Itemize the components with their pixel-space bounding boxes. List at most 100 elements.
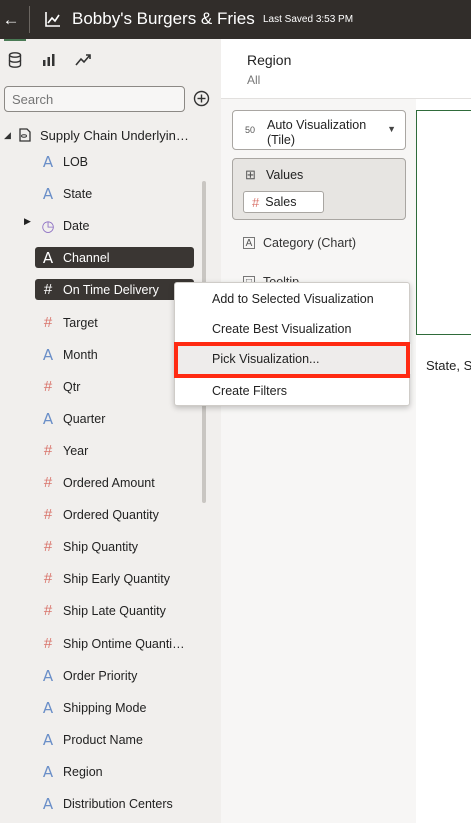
column-target[interactable]: # Target (35, 312, 194, 333)
tile-viz-icon: 50 (245, 125, 256, 135)
attribute-icon: A (42, 184, 54, 203)
column-label: Channel (63, 250, 110, 265)
dataset-icon (19, 128, 31, 142)
attribute-icon: A (243, 237, 255, 249)
attribute-icon: A (42, 248, 54, 267)
arrow-left-icon[interactable]: ← (0, 0, 22, 39)
active-tab-indicator (4, 39, 26, 41)
column-label: Ordered Quantity (63, 507, 159, 522)
measure-icon: # (43, 570, 53, 587)
visualization-label: State, S (426, 358, 471, 373)
viz-type-label: Auto Visualization (Tile) (267, 118, 366, 148)
column-quarter[interactable]: A Quarter (35, 408, 194, 429)
attribute-icon: A (42, 762, 54, 781)
attribute-icon: A (42, 409, 54, 428)
column-label: Ordered Amount (63, 475, 155, 490)
values-header: ⊞ Values (245, 167, 303, 183)
canvas-area: Region All 50 Auto Visualization (Tile) … (221, 39, 471, 823)
menu-item-add-to-selected[interactable]: Add to Selected Visualization (175, 284, 411, 314)
column-on-time-delivery[interactable]: # On Time Delivery (35, 279, 194, 300)
attribute-icon: A (42, 666, 54, 685)
category-label: Category (Chart) (263, 236, 357, 250)
visualization-icon[interactable] (36, 47, 62, 73)
column-ship-late-quantity[interactable]: # Ship Late Quantity (35, 600, 194, 621)
column-label: Quarter (63, 411, 106, 426)
column-label: Date (63, 218, 90, 233)
measure-icon: # (43, 378, 53, 395)
annotation-highlight (174, 342, 410, 378)
column-ordered-amount[interactable]: # Ordered Amount (35, 472, 194, 493)
sales-pill[interactable]: # Sales (243, 191, 324, 213)
category-dropzone[interactable]: A Category (Chart) (243, 236, 356, 250)
attribute-icon: A (42, 345, 54, 364)
column-label: Qtr (63, 379, 81, 394)
column-label: Distribution Centers (63, 796, 173, 811)
add-circle-icon[interactable] (193, 90, 210, 107)
column-label: LOB (63, 154, 89, 169)
column-region[interactable]: A Region (35, 761, 194, 782)
column-label: Ship Early Quantity (63, 571, 170, 586)
column-ship-early-quantity[interactable]: # Ship Early Quantity (35, 568, 194, 589)
column-label: Target (63, 315, 98, 330)
measure-icon: # (43, 635, 53, 652)
filter-region[interactable]: Region All (247, 52, 291, 87)
filter-name: Region (247, 52, 292, 68)
last-saved-status: Last Saved 3:53 PM (263, 14, 354, 25)
column-qtr[interactable]: # Qtr (35, 376, 194, 397)
attribute-icon: A (42, 730, 54, 749)
measure-icon: # (252, 194, 260, 210)
column-ship-quantity[interactable]: # Ship Quantity (35, 536, 194, 557)
visualization-type-picker[interactable]: 50 Auto Visualization (Tile) ▼ (232, 110, 406, 150)
column-month[interactable]: A Month (35, 344, 194, 365)
analytics-icon[interactable] (70, 47, 96, 73)
header-divider (29, 6, 30, 33)
column-channel[interactable]: A Channel (35, 247, 194, 268)
measure-icon: # (43, 538, 53, 555)
column-label: Region (63, 764, 103, 779)
dataset-label: Supply Chain Underlyin… (40, 127, 189, 143)
measure-icon: # (43, 506, 53, 523)
column-ordered-quantity[interactable]: # Ordered Quantity (35, 504, 194, 525)
column-state[interactable]: A State (35, 183, 194, 204)
column-product-name[interactable]: A Product Name (35, 729, 194, 750)
measure-icon: # (43, 314, 53, 331)
column-lob[interactable]: A LOB (35, 151, 194, 172)
column-label: Year (63, 443, 89, 458)
column-order-priority[interactable]: A Order Priority (35, 665, 194, 686)
column-date[interactable]: ◷ Date (35, 215, 194, 236)
attribute-icon: A (42, 152, 54, 171)
measure-icon: # (43, 442, 53, 459)
column-label: Ship Ontime Quanti… (63, 636, 185, 651)
search-input[interactable] (4, 86, 185, 112)
measure-icon: ⊞ (245, 167, 256, 182)
attribute-icon: A (42, 698, 54, 717)
measure-icon: # (43, 474, 53, 491)
values-label: Values (266, 168, 304, 182)
visualization-frame[interactable] (416, 110, 471, 335)
header-bar: ← Bobby's Burgers & Fries Last Saved 3:5… (0, 0, 471, 39)
pill-label: Sales (265, 195, 297, 209)
column-label: On Time Delivery (63, 282, 159, 297)
caret-right-icon[interactable]: ▶ (24, 216, 31, 227)
project-title: Bobby's Burgers & Fries (72, 9, 255, 28)
column-label: State (63, 186, 93, 201)
data-panel: ◢ Supply Chain Underlyin… ▶ A LOB A State ◷ D… (0, 39, 221, 823)
column-ship-ontime-quanti[interactable]: # Ship Ontime Quanti… (35, 633, 194, 654)
viz-type-sub: (Tile) (267, 133, 296, 147)
chevron-down-icon[interactable]: ▼ (387, 124, 396, 134)
column-label: Ship Quantity (63, 539, 139, 554)
menu-item-create-filters[interactable]: Create Filters (175, 376, 411, 406)
values-dropzone[interactable]: ⊞ Values # Sales (232, 158, 406, 220)
clock-icon: ◷ (41, 217, 55, 235)
column-shipping-mode[interactable]: A Shipping Mode (35, 697, 194, 718)
dataset-root[interactable]: ◢ Supply Chain Underlyin… (4, 125, 189, 145)
database-icon[interactable] (2, 47, 28, 73)
column-distribution-centers[interactable]: A Distribution Centers (35, 793, 194, 814)
viz-type-name: Auto Visualization (267, 118, 367, 132)
filter-value: All (247, 73, 261, 87)
chart-icon (45, 12, 60, 27)
menu-item-create-best[interactable]: Create Best Visualization (175, 314, 411, 344)
attribute-icon: A (42, 794, 54, 813)
caret-down-icon[interactable]: ◢ (4, 130, 18, 141)
column-year[interactable]: # Year (35, 440, 194, 461)
